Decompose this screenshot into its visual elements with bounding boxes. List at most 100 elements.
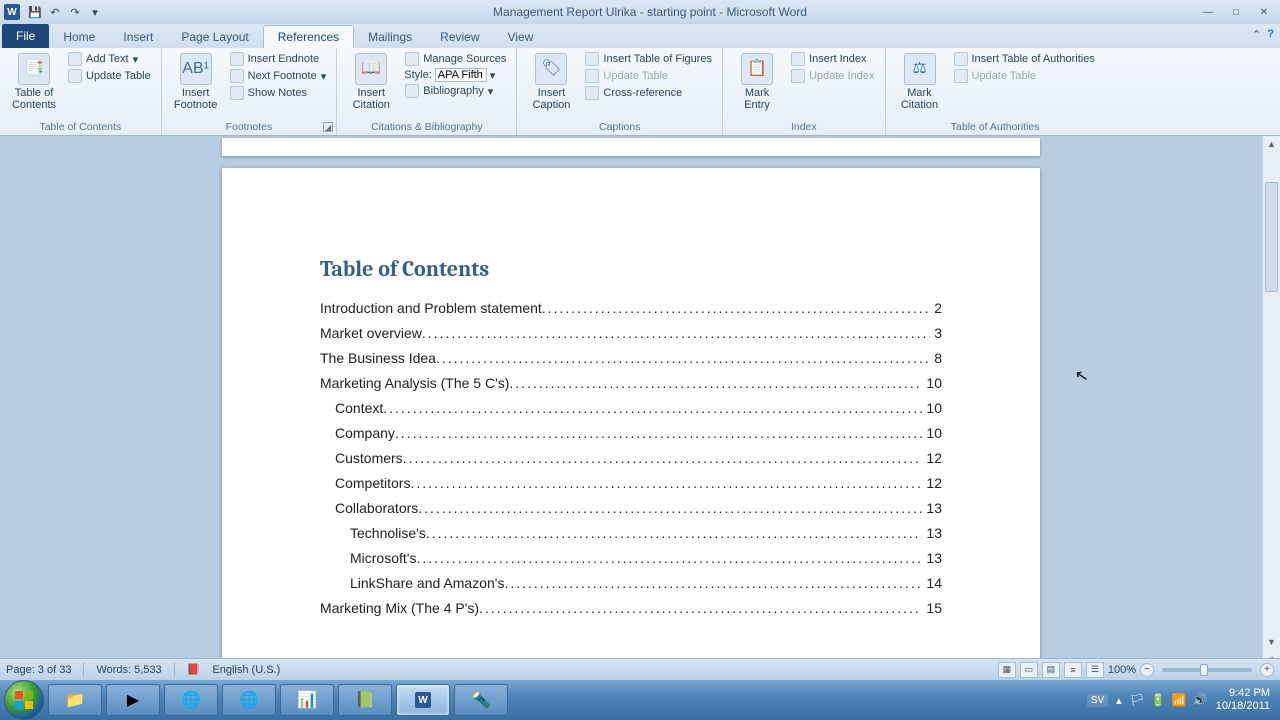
next-footnote-button[interactable]: Next Footnote ▾ (226, 68, 331, 84)
toc-entry[interactable]: LinkShare and Amazon's..................… (320, 575, 942, 591)
full-screen-view-icon[interactable]: ▭ (1020, 662, 1038, 678)
scroll-up-icon[interactable]: ▲ (1263, 136, 1280, 152)
insert-index-button[interactable]: Insert Index (787, 51, 878, 67)
group-index: 📋 Mark Entry Insert Index Update Index I… (723, 48, 885, 135)
tray-action-center-icon[interactable]: 🏳 (1130, 693, 1145, 707)
toc-entry[interactable]: Customers...............................… (320, 450, 942, 466)
insert-citation-button[interactable]: 📖 Insert Citation (343, 51, 399, 113)
group-label-citations: Citations & Bibliography (343, 120, 510, 135)
proofing-icon[interactable]: 📕 (187, 663, 201, 676)
toc-entry[interactable]: Collaborators...........................… (320, 500, 942, 516)
draft-view-icon[interactable]: ☰ (1086, 662, 1104, 678)
scroll-down-icon[interactable]: ▼ (1263, 634, 1280, 650)
toc-entry-page: 3 (930, 325, 942, 341)
maximize-button[interactable]: □ (1224, 4, 1248, 20)
insert-table-of-figures-button[interactable]: Insert Table of Figures (581, 51, 716, 67)
toc-leader-dots: ........................................… (542, 300, 930, 316)
toc-entry[interactable]: The Business Idea.......................… (320, 350, 942, 366)
tray-power-icon[interactable]: 🔋 (1151, 693, 1166, 707)
mark-entry-button[interactable]: 📋 Mark Entry (729, 51, 785, 113)
toc-entry[interactable]: Technolise's............................… (320, 525, 942, 541)
zoom-out-button[interactable]: − (1140, 663, 1154, 677)
toc-entry[interactable]: Microsoft's.............................… (320, 550, 942, 566)
web-layout-view-icon[interactable]: ▤ (1042, 662, 1060, 678)
tab-page-layout[interactable]: Page Layout (167, 26, 262, 48)
cross-reference-button[interactable]: Cross-reference (581, 85, 716, 101)
redo-icon[interactable]: ↷ (66, 3, 84, 21)
insert-footnote-button[interactable]: AB¹ Insert Footnote (168, 51, 224, 113)
qat-customize-icon[interactable]: ▾ (86, 3, 104, 21)
tray-network-icon[interactable]: 📶 (1172, 693, 1187, 707)
zoom-slider[interactable] (1162, 668, 1252, 672)
tab-file[interactable]: File (2, 24, 49, 48)
insert-toa-icon (954, 52, 968, 66)
toc-entry[interactable]: Marketing Analysis (The 5 C's)..........… (320, 375, 942, 391)
toc-entry[interactable]: Context.................................… (320, 400, 942, 416)
print-layout-view-icon[interactable]: ▦ (998, 662, 1016, 678)
ribbon-tabs: File Home Insert Page Layout References … (0, 24, 1280, 48)
taskbar-media-player[interactable]: ▶ (106, 684, 160, 716)
scroll-thumb[interactable] (1265, 182, 1278, 292)
windows-taskbar: 📁 ▶ 🌐 🌐 📊 📗 W 🔦 SV ▴ 🏳 🔋 📶 🔊 9:42 PM 10/… (0, 680, 1280, 720)
undo-icon[interactable]: ↶ (46, 3, 64, 21)
taskbar-app-1[interactable]: 📊 (280, 684, 334, 716)
show-notes-button[interactable]: Show Notes (226, 85, 331, 101)
help-icon[interactable]: ? (1267, 28, 1274, 41)
tab-insert[interactable]: Insert (109, 26, 167, 48)
toc-entry[interactable]: Competitors.............................… (320, 475, 942, 491)
zoom-level[interactable]: 100% (1108, 664, 1136, 676)
insert-caption-button[interactable]: 🏷 Insert Caption (523, 51, 579, 113)
toc-entry[interactable]: Marketing Mix (The 4 P's)...............… (320, 600, 942, 616)
minimize-button[interactable]: — (1196, 4, 1220, 20)
tab-view[interactable]: View (494, 26, 548, 48)
update-toa-button: Update Table (950, 68, 1099, 84)
bibliography-button[interactable]: Bibliography ▾ (401, 83, 510, 99)
taskbar-app-3[interactable]: 🔦 (454, 684, 508, 716)
tab-review[interactable]: Review (426, 26, 493, 48)
taskbar-word[interactable]: W (396, 684, 450, 716)
table-of-contents-button[interactable]: 📑 Table of Contents (6, 51, 62, 113)
taskbar-app-2[interactable]: 📗 (338, 684, 392, 716)
footnote-icon: AB¹ (180, 53, 212, 85)
manage-sources-button[interactable]: Manage Sources (401, 51, 510, 67)
footnotes-dialog-launcher[interactable]: ◢ (323, 122, 333, 132)
word-count[interactable]: Words: 5,533 (96, 664, 161, 676)
add-text-button[interactable]: Add Text ▾ (64, 51, 155, 67)
group-label-index: Index (729, 120, 878, 135)
toc-entry[interactable]: Introduction and Problem statement......… (320, 300, 942, 316)
page-indicator[interactable]: Page: 3 of 33 (6, 664, 71, 676)
toc-entry[interactable]: Company.................................… (320, 425, 942, 441)
minimize-ribbon-icon[interactable]: ⌃ (1252, 28, 1261, 41)
group-citations: 📖 Insert Citation Manage Sources Style: … (337, 48, 517, 135)
tray-clock[interactable]: 9:42 PM 10/18/2011 (1216, 687, 1270, 712)
tab-home[interactable]: Home (49, 26, 109, 48)
taskbar-explorer[interactable]: 📁 (48, 684, 102, 716)
update-toc-button[interactable]: Update Table (64, 68, 155, 84)
taskbar-ie-2[interactable]: 🌐 (222, 684, 276, 716)
language-indicator[interactable]: English (U.S.) (212, 664, 280, 676)
taskbar-ie-1[interactable]: 🌐 (164, 684, 218, 716)
save-icon[interactable]: 💾 (26, 3, 44, 21)
tray-show-hidden-icon[interactable]: ▴ (1116, 694, 1122, 707)
scroll-track[interactable] (1263, 152, 1280, 634)
toc-entry-page: 12 (922, 475, 942, 491)
document-page[interactable]: Table of Contents Introduction and Probl… (222, 168, 1040, 698)
tab-mailings[interactable]: Mailings (354, 26, 426, 48)
insert-endnote-button[interactable]: Insert Endnote (226, 51, 331, 67)
outline-view-icon[interactable]: ≡ (1064, 662, 1082, 678)
tab-references[interactable]: References (263, 25, 354, 48)
zoom-in-button[interactable]: + (1260, 663, 1274, 677)
bibliography-icon (405, 84, 419, 98)
mark-citation-button[interactable]: ⚖ Mark Citation (892, 51, 948, 113)
insert-toa-button[interactable]: Insert Table of Authorities (950, 51, 1099, 67)
toc-entry[interactable]: Market overview.........................… (320, 325, 942, 341)
citation-style-row: Style: ▾ (401, 68, 510, 82)
input-language[interactable]: SV (1087, 694, 1108, 707)
tray-volume-icon[interactable]: 🔊 (1193, 693, 1208, 707)
citation-style-select[interactable] (435, 68, 487, 82)
toc-entry-text: Customers (335, 450, 403, 466)
zoom-slider-knob[interactable] (1200, 664, 1208, 676)
start-button[interactable] (4, 680, 44, 720)
vertical-scrollbar[interactable]: ▲ ▼ « ◉ » (1262, 136, 1280, 698)
close-button[interactable]: ✕ (1252, 4, 1276, 20)
